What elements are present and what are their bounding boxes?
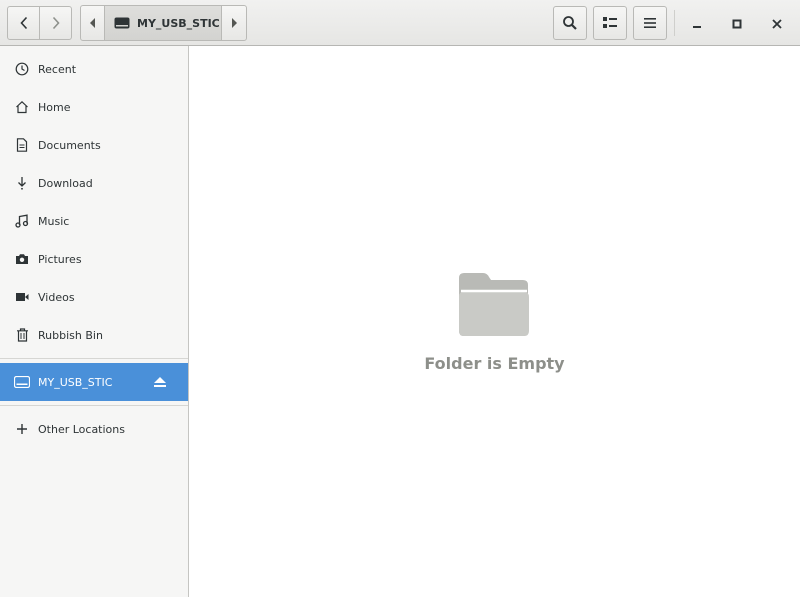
sidebar-item-label: Videos [38,290,75,304]
sidebar-item-label: Other Locations [38,422,125,436]
file-view[interactable]: Folder is Empty [189,46,800,597]
sidebar-item-recent[interactable]: Recent [0,50,188,88]
document-icon [14,137,30,153]
sidebar-item-label: Home [38,100,71,114]
minimize-button[interactable] [684,10,710,36]
sidebar-separator [0,405,188,406]
minimize-icon [692,14,702,33]
eject-icon[interactable] [152,374,168,390]
header-separator [674,10,675,36]
sidebar-item-videos[interactable]: Videos [0,278,188,316]
sidebar-item-documents[interactable]: Documents [0,126,188,164]
sidebar: Recent Home Documents Download Music Pic… [0,46,189,597]
sidebar-item-label: Music [38,214,70,228]
menu-button[interactable] [633,6,667,40]
sidebar-item-download[interactable]: Download [0,164,188,202]
sidebar-item-label: Rubbish Bin [38,328,103,342]
hamburger-menu-icon [644,17,656,29]
sidebar-item-label: MY_USB_STIC [38,375,113,389]
close-button[interactable] [764,10,790,36]
back-button[interactable] [7,6,40,40]
sidebar-item-rubbish-bin[interactable]: Rubbish Bin [0,316,188,354]
sidebar-item-label: Download [38,176,93,190]
caret-left-icon [89,18,97,28]
download-icon [14,175,30,191]
music-icon [14,213,30,229]
video-icon [14,289,30,305]
sidebar-separator [0,358,188,359]
path-crumb-usb[interactable]: MY_USB_STIC [104,5,222,41]
path-crumb-label: MY_USB_STIC [137,16,220,30]
view-toggle-button[interactable] [593,6,627,40]
maximize-icon [732,14,742,33]
drive-icon [114,17,130,29]
camera-icon [14,251,30,267]
search-icon [562,15,578,31]
caret-right-icon [230,18,238,28]
home-icon [14,99,30,115]
close-icon [772,14,782,33]
sidebar-item-label: Pictures [38,252,82,266]
sidebar-item-music[interactable]: Music [0,202,188,240]
sidebar-item-label: Documents [38,138,101,152]
maximize-button[interactable] [724,10,750,36]
sidebar-item-other-locations[interactable]: Other Locations [0,410,188,448]
forward-button[interactable] [39,6,72,40]
sidebar-item-usb-drive[interactable]: MY_USB_STIC [0,363,188,401]
chevron-right-icon [51,16,61,30]
list-view-icon [602,16,618,30]
clock-icon [14,61,30,77]
sidebar-item-label: Recent [38,62,77,76]
header-bar: MY_USB_STIC [0,0,800,46]
plus-icon [14,421,30,437]
sidebar-item-home[interactable]: Home [0,88,188,126]
path-scroll-right-button[interactable] [221,5,247,41]
search-button[interactable] [553,6,587,40]
path-scroll-left-button[interactable] [80,5,105,41]
trash-icon [14,327,30,343]
chevron-left-icon [19,16,29,30]
empty-folder-message: Folder is Empty [424,354,565,373]
sidebar-item-pictures[interactable]: Pictures [0,240,188,278]
drive-icon [14,374,30,390]
folder-icon [457,272,531,342]
